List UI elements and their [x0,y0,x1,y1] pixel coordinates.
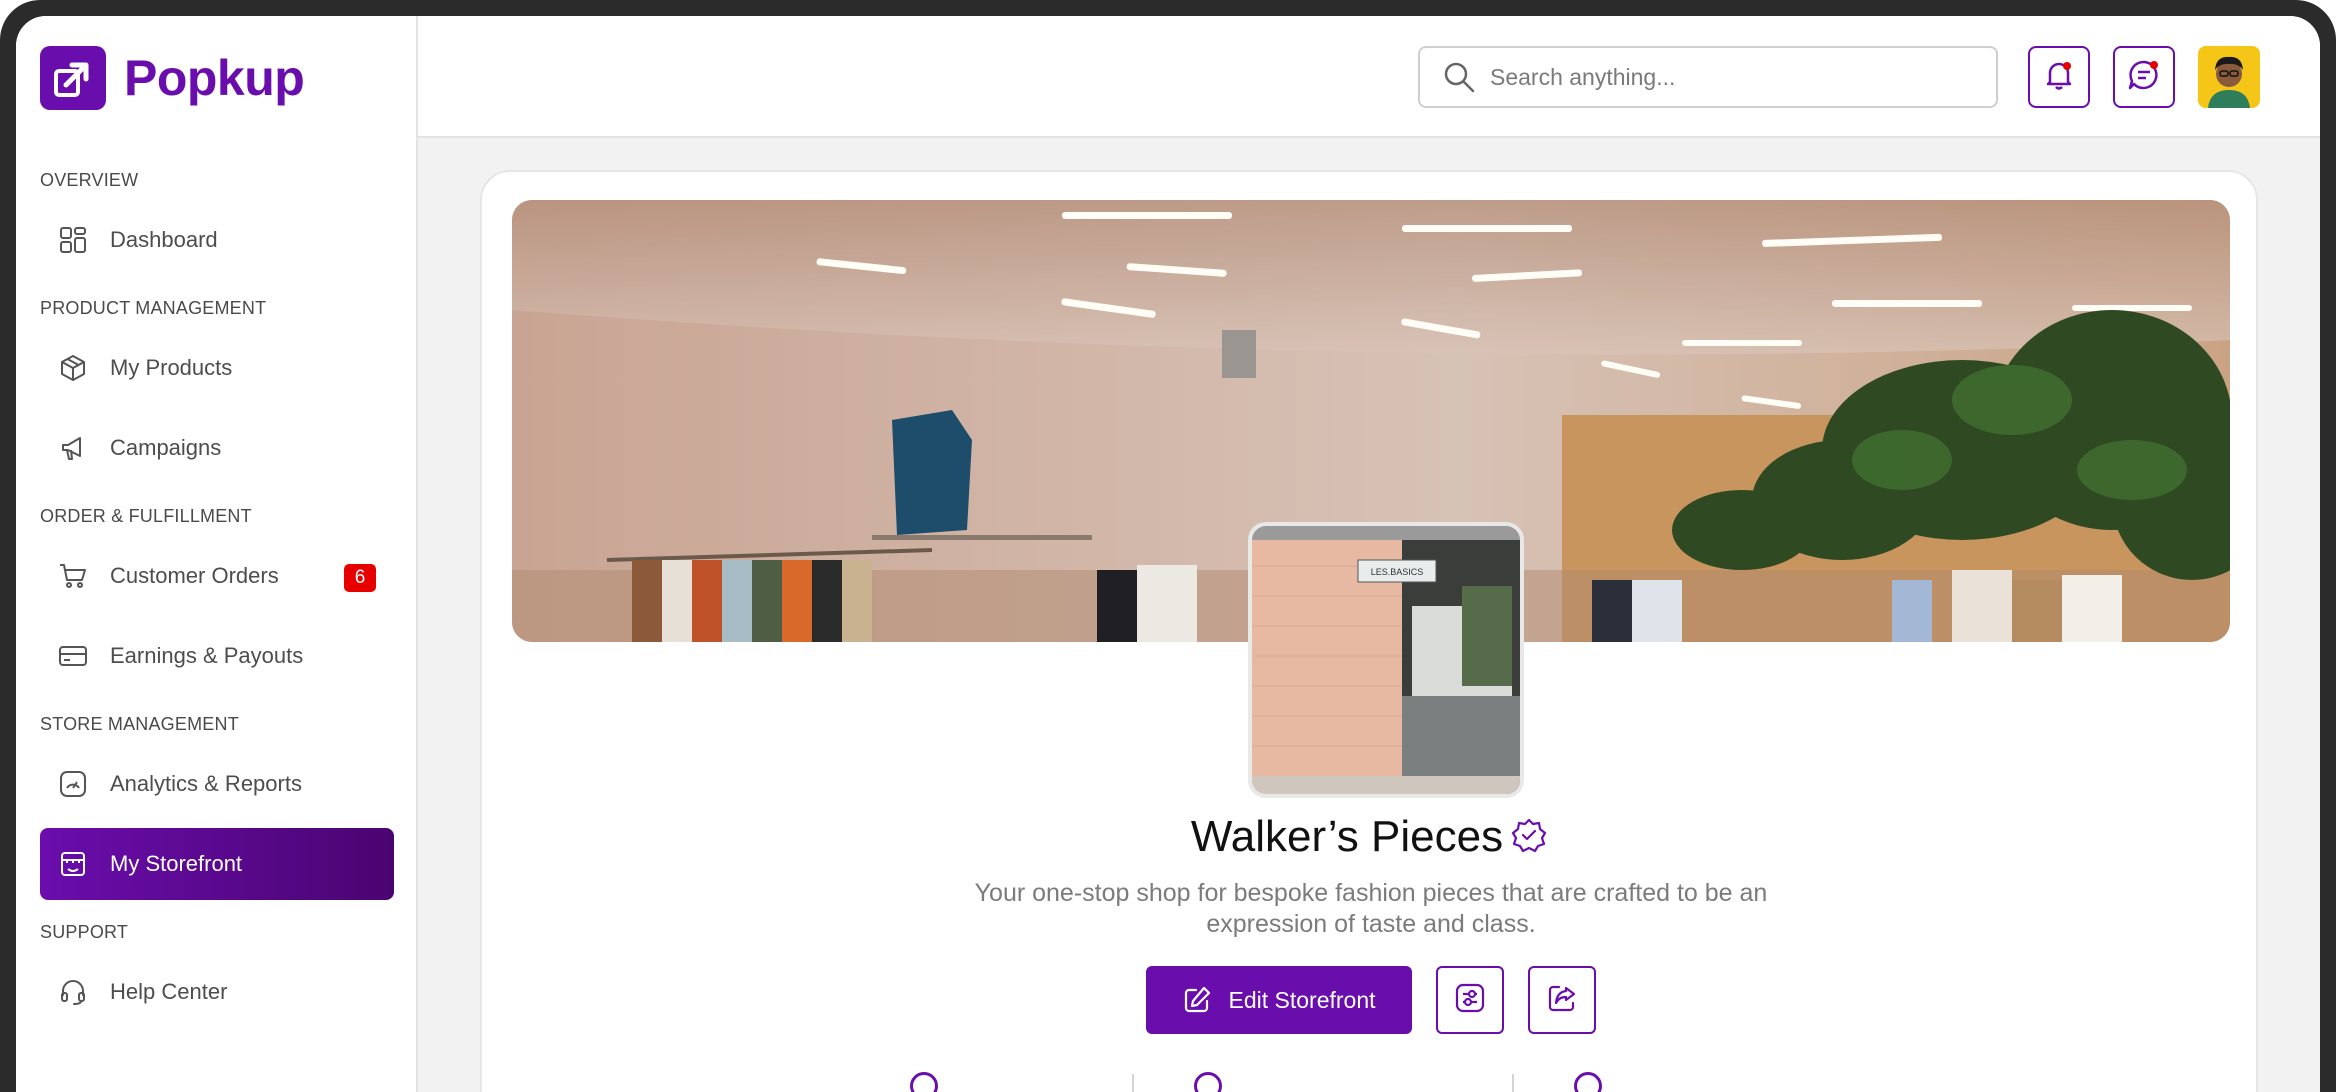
topbar [418,16,2320,138]
sidebar-item-label: Dashboard [110,227,218,252]
brand[interactable]: Popkup [40,46,305,110]
sidebar-item-analytics-reports[interactable]: Analytics & Reports [40,748,394,820]
device-frame: Popkup OVERVIEW Dashboard PRODUCT MANAGE… [0,0,2336,1092]
sidebar-item-label: Analytics & Reports [110,771,302,796]
notifications-button[interactable] [2028,46,2090,108]
storefront-stats-row [482,1072,2256,1092]
app-screen: Popkup OVERVIEW Dashboard PRODUCT MANAGE… [16,16,2320,1092]
avatar[interactable] [2198,46,2260,108]
stat-item [1194,1072,1236,1092]
sidebar-item-label: Campaigns [110,435,222,460]
stat-icon [910,1072,938,1092]
stat-divider [1512,1074,1514,1092]
storefront-card: LES.BASICS Walker’s Pieces Your one-stop… [480,170,2258,1092]
cart-icon [58,561,88,591]
section-product-management: PRODUCT MANAGEMENT [40,298,267,318]
store-title: Walker’s Pieces [482,812,2256,864]
sidebar-item-help-center[interactable]: Help Center [40,956,394,1028]
chat-icon [2127,58,2161,97]
sidebar-item-earnings-payouts[interactable]: Earnings & Payouts [40,620,394,692]
share-storefront-button[interactable] [1528,966,1596,1034]
store-description: Your one-stop shop for bespoke fashion p… [974,879,1768,938]
store-profile-image: LES.BASICS [1248,522,1524,798]
box-icon [58,353,88,383]
sidebar-item-my-products[interactable]: My Products [40,332,394,404]
sidebar-item-label: My Storefront [110,851,243,876]
sidebar-item-label: Customer Orders [110,563,279,588]
card-icon [58,641,88,671]
gauge-icon [58,769,88,799]
sidebar-item-my-storefront[interactable]: My Storefront [40,828,394,900]
dashboard-icon [58,225,88,255]
search-box[interactable] [1418,46,1998,108]
section-support: SUPPORT [40,922,129,942]
verified-badge-icon [1511,814,1547,864]
share-icon [1545,981,1579,1020]
sidebar-item-label: Earnings & Payouts [110,643,304,668]
popkup-logo-icon [40,46,106,110]
storefront-icon [58,849,88,879]
stat-item [910,1072,952,1092]
sidebar: Popkup OVERVIEW Dashboard PRODUCT MANAGE… [16,16,418,1092]
orders-count-badge: 6 [344,564,376,592]
stat-icon [1574,1072,1602,1092]
section-order-fulfillment: ORDER & FULFILLMENT [40,506,252,526]
messages-button[interactable] [2113,46,2175,108]
headset-icon [58,977,88,1007]
sidebar-item-campaigns[interactable]: Campaigns [40,412,394,484]
search-input[interactable] [1490,63,1970,91]
section-overview: OVERVIEW [40,170,139,190]
megaphone-icon [58,433,88,463]
sidebar-item-label: My Products [110,355,233,380]
sidebar-item-customer-orders[interactable]: Customer Orders 6 [40,540,394,612]
storefront-settings-button[interactable] [1436,966,1504,1034]
thumb-sign-text: LES.BASICS [1371,567,1424,577]
edit-storefront-button[interactable]: Edit Storefront [1146,966,1412,1034]
stat-icon [1194,1072,1222,1092]
section-store-management: STORE MANAGEMENT [40,714,239,734]
sidebar-item-dashboard[interactable]: Dashboard [40,204,394,276]
store-name: Walker’s Pieces [1190,812,1504,861]
stat-divider [1132,1074,1134,1092]
sliders-icon [1453,981,1487,1020]
edit-icon [1182,985,1212,1015]
stat-item [1574,1072,1616,1092]
bell-icon [2042,58,2076,97]
search-icon [1442,59,1478,95]
sidebar-item-label: Help Center [110,979,228,1004]
edit-storefront-label: Edit Storefront [1228,986,1376,1013]
brand-name: Popkup [124,50,305,106]
